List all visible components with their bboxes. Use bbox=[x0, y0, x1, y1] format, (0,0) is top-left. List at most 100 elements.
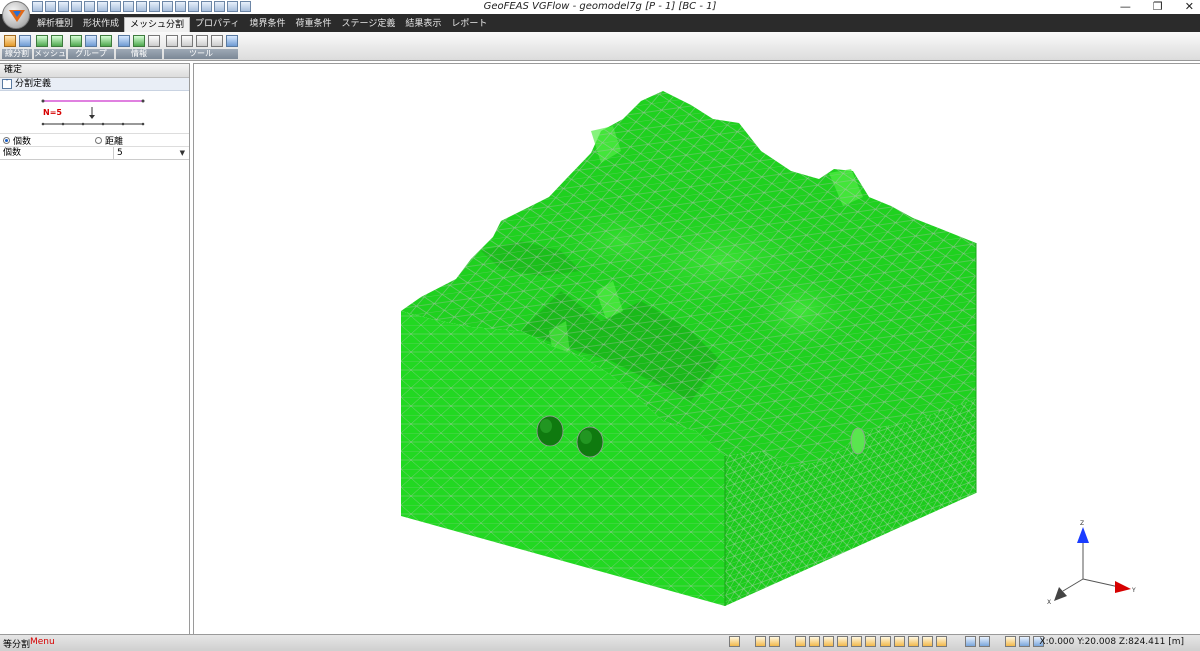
scale-icon[interactable] bbox=[936, 636, 947, 647]
copy-icon[interactable] bbox=[894, 636, 905, 647]
tab-analysis-type[interactable]: 解析種別 bbox=[32, 17, 78, 31]
status-mode: 等分割 bbox=[3, 640, 31, 650]
tab-load[interactable]: 荷重条件 bbox=[291, 17, 337, 31]
tunnel-opening bbox=[850, 427, 866, 455]
minimize-button[interactable]: — bbox=[1120, 0, 1131, 13]
ratio-division-icon[interactable] bbox=[19, 34, 31, 47]
radio-count-label: 個数 bbox=[13, 136, 32, 147]
window-icon[interactable] bbox=[979, 636, 990, 647]
ribbon-group-group: グループ bbox=[68, 33, 114, 59]
count-select[interactable]: 5 ▼ bbox=[114, 147, 189, 159]
cursor-coordinates: X:0.000 Y:20.008 Z:824.411 [m] bbox=[1039, 637, 1184, 647]
status-view-icons bbox=[729, 636, 740, 647]
move-icon[interactable] bbox=[880, 636, 891, 647]
menu-bar: 解析種別 形状作成 メッシュ分割 プロパティ 境界条件 荷重条件 ステージ定義 … bbox=[0, 14, 1200, 32]
redo-tool-icon[interactable] bbox=[196, 34, 208, 47]
view-cube-icon[interactable] bbox=[110, 1, 121, 12]
quick-access-toolbar bbox=[32, 1, 251, 13]
mirror-icon[interactable] bbox=[908, 636, 919, 647]
status-layout-icons bbox=[1005, 636, 1044, 647]
grid-icon[interactable] bbox=[729, 636, 740, 647]
collapse-icon[interactable]: ˇ bbox=[2, 79, 12, 89]
info-pick-icon[interactable] bbox=[148, 34, 160, 47]
surface-icon[interactable] bbox=[851, 636, 862, 647]
help-icon[interactable] bbox=[226, 34, 238, 47]
ribbon-group-mesh: メッシュ bbox=[34, 33, 66, 59]
layout-icon[interactable] bbox=[1005, 636, 1016, 647]
info-element-icon[interactable] bbox=[133, 34, 145, 47]
tab-results[interactable]: 結果表示 bbox=[400, 17, 446, 31]
save-icon[interactable] bbox=[45, 1, 56, 12]
light-icon[interactable] bbox=[97, 1, 108, 12]
mesh-model: Z Y X bbox=[401, 91, 1136, 606]
camera-icon[interactable] bbox=[149, 1, 160, 12]
ribbon-group-label: ツール bbox=[164, 49, 238, 59]
restore-button[interactable]: ❐ bbox=[1153, 0, 1163, 13]
snap-icon[interactable] bbox=[755, 636, 766, 647]
ribbon-group-line-division: 線分割 bbox=[2, 33, 32, 59]
section-header[interactable]: ˇ 分割定義 bbox=[0, 78, 189, 91]
rotate-object-icon[interactable] bbox=[922, 636, 933, 647]
status-snap-icons bbox=[755, 636, 780, 647]
tab-geometry[interactable]: 形状作成 bbox=[78, 17, 124, 31]
polyline-icon[interactable] bbox=[823, 636, 834, 647]
view-select-icon[interactable] bbox=[123, 1, 134, 12]
chevron-down-icon[interactable]: ▼ bbox=[180, 147, 185, 159]
confirm-button[interactable]: 確定 bbox=[0, 64, 189, 78]
division-preview-graphic: N=5 bbox=[41, 99, 145, 126]
ribbon-group-label: メッシュ bbox=[34, 49, 66, 59]
zoom-window-icon[interactable] bbox=[188, 1, 199, 12]
tab-boundary[interactable]: 境界条件 bbox=[245, 17, 291, 31]
solid-icon[interactable] bbox=[865, 636, 876, 647]
rotate-icon[interactable] bbox=[214, 1, 225, 12]
film-icon[interactable] bbox=[162, 1, 173, 12]
radio-count[interactable] bbox=[3, 136, 10, 144]
zoom-icon[interactable] bbox=[175, 1, 186, 12]
status-menu[interactable]: Menu bbox=[30, 637, 55, 647]
pan-icon[interactable] bbox=[201, 1, 212, 12]
display-icon[interactable] bbox=[965, 636, 976, 647]
axis-icon[interactable] bbox=[136, 1, 147, 12]
print-icon[interactable] bbox=[58, 1, 69, 12]
tab-report[interactable]: レポート bbox=[446, 17, 492, 31]
axis-x-label: X bbox=[1047, 599, 1051, 606]
count-property-name: 個数 bbox=[0, 147, 114, 159]
title-bar: GeoFEAS VGFlow - geomodel7g [P - 1] [BC … bbox=[0, 0, 1200, 14]
count-property-row: 個数 5 ▼ bbox=[0, 147, 189, 160]
close-button[interactable]: ✕ bbox=[1185, 0, 1194, 13]
axis-z-label: Z bbox=[1080, 520, 1084, 527]
select-icon[interactable] bbox=[227, 1, 238, 12]
tab-property[interactable]: プロパティ bbox=[190, 17, 244, 31]
tab-stage[interactable]: ステージ定義 bbox=[337, 17, 401, 31]
point-icon[interactable] bbox=[795, 636, 806, 647]
section-title: 分割定義 bbox=[15, 79, 52, 89]
select-box-icon[interactable] bbox=[240, 1, 251, 12]
group-icon[interactable] bbox=[70, 34, 82, 47]
arc-icon[interactable] bbox=[837, 636, 848, 647]
group-edit-icon[interactable] bbox=[100, 34, 112, 47]
mesh-generate-icon[interactable] bbox=[36, 34, 48, 47]
tab-mesh[interactable]: メッシュ分割 bbox=[124, 17, 191, 32]
division-preview: N=5 bbox=[0, 91, 189, 134]
redo-icon[interactable] bbox=[84, 1, 95, 12]
erase-icon[interactable] bbox=[166, 34, 178, 47]
undo-tool-icon[interactable] bbox=[181, 34, 193, 47]
open-icon[interactable] bbox=[32, 1, 43, 12]
mesh-3d-icon[interactable] bbox=[51, 34, 63, 47]
application-menu-button[interactable] bbox=[2, 1, 30, 29]
info-node-icon[interactable] bbox=[118, 34, 130, 47]
model-viewport[interactable]: Z Y X bbox=[193, 63, 1200, 634]
snap-grid-icon[interactable] bbox=[769, 636, 780, 647]
group-list-icon[interactable] bbox=[85, 34, 97, 47]
equal-division-icon[interactable] bbox=[4, 34, 16, 47]
ribbon: 線分割 メッシュ グループ 情報 ツール bbox=[0, 32, 1200, 61]
division-panel: 確定 ˇ 分割定義 N=5 個数 距離 個数 5 ▼ bbox=[0, 63, 190, 634]
status-draw-icons bbox=[795, 636, 876, 647]
radio-distance[interactable] bbox=[95, 136, 102, 144]
measure-icon[interactable] bbox=[211, 34, 223, 47]
line-icon[interactable] bbox=[809, 636, 820, 647]
ribbon-group-label: 線分割 bbox=[2, 49, 32, 59]
split-icon[interactable] bbox=[1019, 636, 1030, 647]
undo-icon[interactable] bbox=[71, 1, 82, 12]
division-mode-row: 個数 距離 bbox=[0, 134, 189, 147]
